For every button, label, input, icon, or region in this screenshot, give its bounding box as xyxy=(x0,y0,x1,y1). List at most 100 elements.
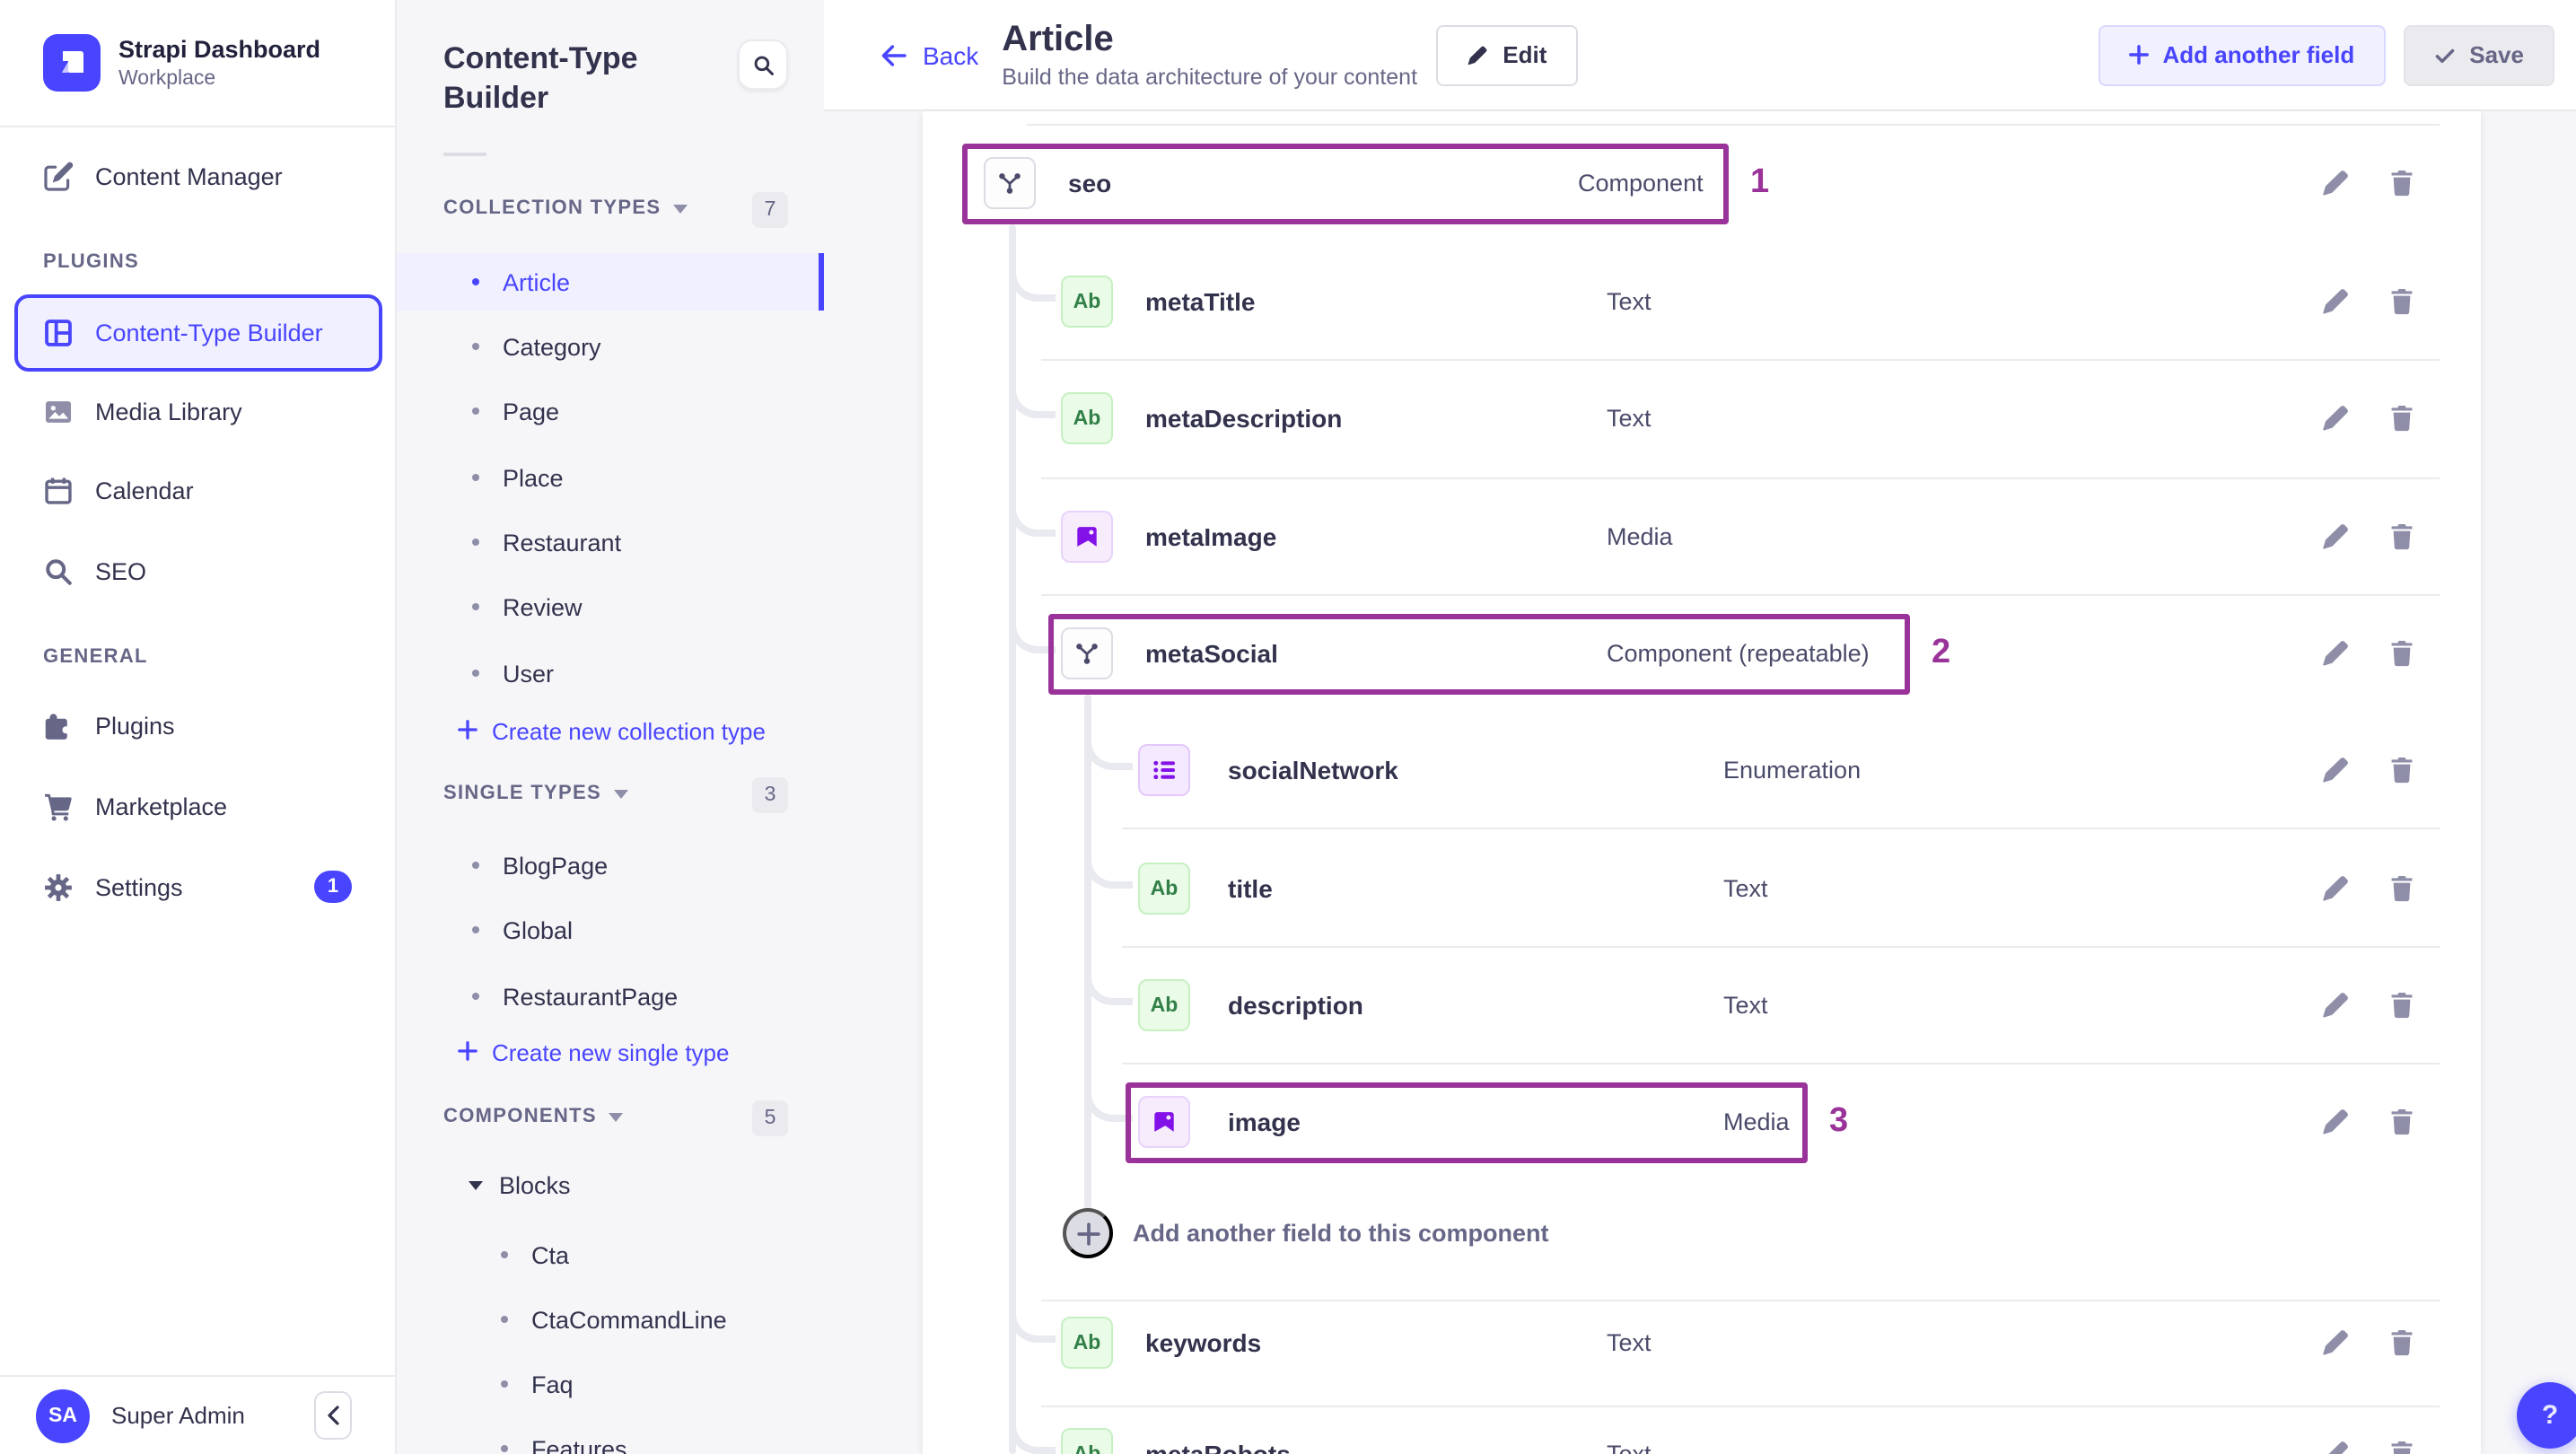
field-type: Text xyxy=(1607,288,1652,315)
field-name: metaSocial xyxy=(1145,639,1278,668)
sidebar-item-blogpage[interactable]: BlogPage xyxy=(397,836,824,894)
sidebar-item-settings[interactable]: Settings 1 xyxy=(0,854,395,919)
puzzle-icon xyxy=(43,710,74,740)
item-label: Category xyxy=(503,333,601,360)
sidebar-item-restaurant[interactable]: Restaurant xyxy=(397,513,824,571)
plus-icon xyxy=(458,718,478,745)
bullet-icon xyxy=(472,926,479,933)
delete-field-button[interactable] xyxy=(2388,287,2416,316)
annotation-number-2: 2 xyxy=(1932,634,1951,671)
delete-field-button[interactable] xyxy=(2388,522,2416,551)
edit-field-button[interactable] xyxy=(2321,1328,2350,1357)
sidebar-item-article[interactable]: Article xyxy=(397,253,824,311)
chevron-down-icon xyxy=(614,789,628,798)
field-type: Media xyxy=(1607,523,1673,550)
sidebar-item-content-manager[interactable]: Content Manager xyxy=(0,144,395,208)
sidebar-item-features[interactable]: Features xyxy=(397,1420,824,1454)
media-field-icon xyxy=(1061,511,1113,563)
sidebar-item-review[interactable]: Review xyxy=(397,578,824,635)
section-header-components[interactable]: COMPONENTS xyxy=(443,1106,624,1127)
app-root: Strapi Dashboard Workplace Content Manag… xyxy=(0,0,2576,1454)
delete-field-button[interactable] xyxy=(2388,639,2416,668)
delete-field-button[interactable] xyxy=(2388,1440,2416,1454)
edit-field-button[interactable] xyxy=(2321,1108,2350,1136)
back-link[interactable]: Back xyxy=(880,40,978,69)
sidebar-item-place[interactable]: Place xyxy=(397,449,824,506)
search-button[interactable] xyxy=(738,39,788,90)
sidebar-item-label: SEO xyxy=(95,557,147,584)
sidebar-item-ctacommandline[interactable]: CtaCommandLine xyxy=(397,1291,824,1348)
section-count-badge: 3 xyxy=(752,777,788,813)
sidebar-item-faq[interactable]: Faq xyxy=(397,1355,824,1413)
sidebar-item-category[interactable]: Category xyxy=(397,318,824,375)
delete-field-button[interactable] xyxy=(2388,1328,2416,1357)
page-title: Article xyxy=(1002,20,1114,59)
edit-field-button[interactable] xyxy=(2321,874,2350,903)
bullet-icon xyxy=(472,603,479,610)
bullet-icon xyxy=(501,1380,508,1388)
sidebar-item-content-type-builder[interactable]: Content-Type Builder xyxy=(14,293,382,371)
add-subfield-button[interactable] xyxy=(1063,1208,1113,1258)
edit-field-button[interactable] xyxy=(2321,169,2350,197)
enum-field-icon xyxy=(1138,744,1190,796)
edit-field-button[interactable] xyxy=(2321,991,2350,1020)
field-name: metaImage xyxy=(1145,522,1277,551)
edit-field-button[interactable] xyxy=(2321,756,2350,784)
sidebar-item-global[interactable]: Global xyxy=(397,901,824,959)
text-field-icon: Ab xyxy=(1061,276,1113,328)
bullet-icon xyxy=(472,670,479,677)
delete-field-button[interactable] xyxy=(2388,991,2416,1020)
field-type: Text xyxy=(1723,875,1768,902)
page-header: Back Article Build the data architecture… xyxy=(824,0,2576,111)
sidebar-item-cta[interactable]: Cta xyxy=(397,1226,824,1283)
sidebar-item-user[interactable]: User xyxy=(397,644,824,702)
save-button[interactable]: Save xyxy=(2403,24,2554,85)
delete-field-button[interactable] xyxy=(2388,756,2416,784)
sidebar-item-page[interactable]: Page xyxy=(397,382,824,440)
create-new-link-0[interactable]: Create new collection type xyxy=(458,718,766,745)
sidebar-item-plugins[interactable]: Plugins xyxy=(0,693,395,758)
brand: Strapi Dashboard Workplace xyxy=(0,0,395,127)
chevron-down-icon xyxy=(609,1112,624,1121)
sidebar-item-seo[interactable]: SEO xyxy=(0,539,395,603)
calendar-icon xyxy=(43,475,74,505)
edit-field-button[interactable] xyxy=(2321,404,2350,433)
edit-field-button[interactable] xyxy=(2321,1440,2350,1454)
sidebar-item-calendar[interactable]: Calendar xyxy=(0,458,395,522)
sidebar-item-marketplace[interactable]: Marketplace xyxy=(0,774,395,838)
field-row-metaimage: metaImage Media xyxy=(923,479,2481,594)
annotation-number-3: 3 xyxy=(1829,1102,1849,1140)
field-name: title xyxy=(1228,874,1273,903)
component-field-icon xyxy=(1061,627,1113,679)
delete-field-button[interactable] xyxy=(2388,1108,2416,1136)
delete-field-button[interactable] xyxy=(2388,404,2416,433)
add-another-field-button[interactable]: Add another field xyxy=(2098,24,2386,85)
text-field-icon: Ab xyxy=(1138,979,1190,1031)
chevron-down-icon xyxy=(469,1181,483,1190)
field-name: description xyxy=(1228,991,1363,1020)
item-label: Place xyxy=(503,464,564,491)
collapse-sidebar-button[interactable] xyxy=(314,1391,352,1440)
component-group-blocks[interactable]: Blocks xyxy=(469,1172,571,1199)
edit-field-button[interactable] xyxy=(2321,639,2350,668)
section-header-label: COMPONENTS xyxy=(443,1106,597,1127)
sidebar-item-restaurantpage[interactable]: RestaurantPage xyxy=(397,968,824,1025)
edit-field-button[interactable] xyxy=(2321,287,2350,316)
section-header-single-types[interactable]: SINGLE TYPES xyxy=(443,783,628,804)
page-subtitle: Build the data architecture of your cont… xyxy=(1002,65,1418,90)
field-row-metadescription: Ab metaDescription Text xyxy=(923,361,2481,476)
add-subfield-label[interactable]: Add another field to this component xyxy=(1133,1220,1549,1247)
section-header-collection-types[interactable]: COLLECTION TYPES xyxy=(443,197,688,219)
help-button[interactable]: ? xyxy=(2517,1382,2576,1449)
section-header-label: COLLECTION TYPES xyxy=(443,197,662,219)
edit-field-button[interactable] xyxy=(2321,522,2350,551)
delete-field-button[interactable] xyxy=(2388,169,2416,197)
item-label: RestaurantPage xyxy=(503,983,679,1010)
create-new-link-1[interactable]: Create new single type xyxy=(458,1039,730,1066)
delete-field-button[interactable] xyxy=(2388,874,2416,903)
bullet-icon xyxy=(472,993,479,1000)
user-bar: SA Super Admin xyxy=(0,1375,395,1454)
sidebar-item-media-library[interactable]: Media Library xyxy=(0,379,395,443)
field-row-description: Ab description Text xyxy=(923,948,2481,1063)
edit-button[interactable]: Edit xyxy=(1436,24,1578,85)
